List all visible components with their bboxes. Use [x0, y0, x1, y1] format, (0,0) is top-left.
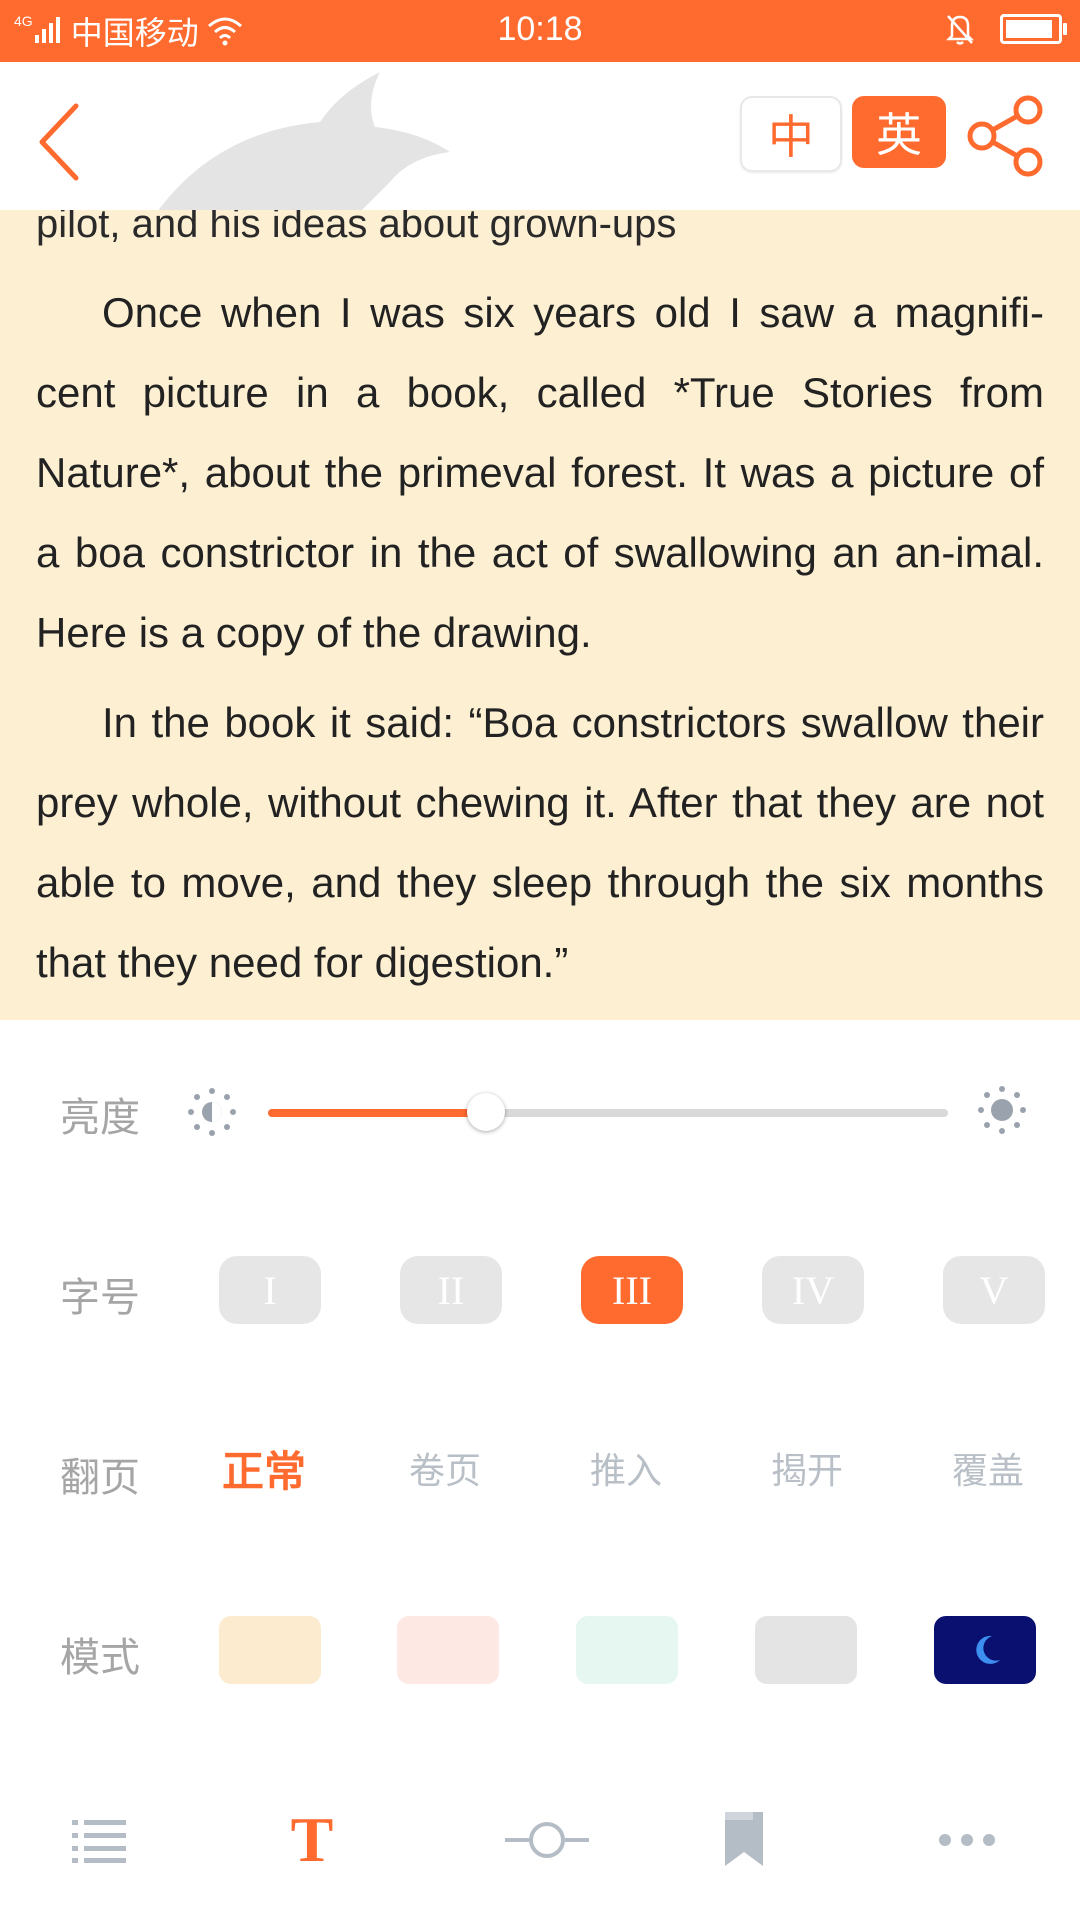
font-size-option-1[interactable]: I [219, 1256, 321, 1324]
back-button[interactable] [26, 90, 106, 190]
font-settings-button[interactable]: T [252, 1800, 372, 1880]
status-bar: 4G 中国移动 10:18 [0, 0, 1080, 62]
watermark-illustration [158, 72, 450, 210]
bookmark-button[interactable] [684, 1800, 804, 1880]
bookmark-icon [725, 1812, 763, 1866]
flip-option-reveal[interactable]: 揭开 [747, 1442, 867, 1494]
reader-top-bar: 中 英 [0, 62, 1080, 210]
share-button[interactable] [960, 90, 1050, 180]
reading-area[interactable]: pilot, and his ideas about grown-ups Onc… [0, 210, 1080, 1020]
clock: 10:18 [497, 10, 583, 48]
flip-option-normal[interactable]: 正常 [204, 1438, 324, 1499]
battery-icon [1000, 14, 1067, 44]
progress-button[interactable] [487, 1800, 607, 1880]
mode-label: 模式 [60, 1636, 140, 1680]
font-size-option-4[interactable]: IV [762, 1256, 864, 1324]
mode-cream-button[interactable] [219, 1616, 321, 1684]
brightness-low-icon [188, 1088, 236, 1136]
font-T-icon: T [290, 1804, 334, 1875]
mode-night-button[interactable] [934, 1616, 1036, 1684]
brightness-high-icon [978, 1086, 1026, 1134]
progress-icon [505, 1822, 589, 1858]
flip-option-cover[interactable]: 覆盖 [928, 1442, 1048, 1494]
toc-button[interactable] [40, 1800, 160, 1880]
list-icon [72, 1820, 126, 1863]
reader-settings-panel: 亮度 字号 I II III IV V 翻页 正常 卷页 推入 揭开 覆盖 模式 [0, 1020, 1080, 1920]
font-size-option-5[interactable]: V [943, 1256, 1045, 1324]
brightness-label: 亮度 [60, 1096, 140, 1140]
flip-option-curl[interactable]: 卷页 [385, 1442, 505, 1494]
page-flip-label: 翻页 [60, 1456, 140, 1500]
mode-gray-button[interactable] [755, 1616, 857, 1684]
mode-mint-button[interactable] [576, 1616, 678, 1684]
brightness-slider-fill [268, 1109, 486, 1117]
paragraph: Once when I was six years old I saw a ma… [36, 289, 1044, 656]
brightness-slider[interactable] [268, 1093, 948, 1131]
chapter-heading-line: pilot, and his ideas about grown-ups [36, 210, 677, 246]
more-button[interactable] [907, 1800, 1027, 1880]
font-size-option-2[interactable]: II [400, 1256, 502, 1324]
more-icon [939, 1834, 995, 1846]
bell-muted-icon [945, 15, 975, 45]
lang-english-button[interactable]: 英 [852, 96, 946, 168]
mode-pink-button[interactable] [397, 1616, 499, 1684]
lang-chinese-button[interactable]: 中 [740, 96, 842, 172]
font-size-label: 字号 [60, 1276, 140, 1320]
font-size-option-3[interactable]: III [581, 1256, 683, 1324]
flip-option-push[interactable]: 推入 [566, 1442, 686, 1494]
moon-icon [976, 1635, 1000, 1664]
brightness-slider-knob[interactable] [466, 1093, 505, 1131]
share-icon [967, 95, 1043, 177]
paragraph: In the book it said: “Boa constrictors s… [36, 699, 1044, 986]
chevron-left-icon [39, 103, 79, 181]
